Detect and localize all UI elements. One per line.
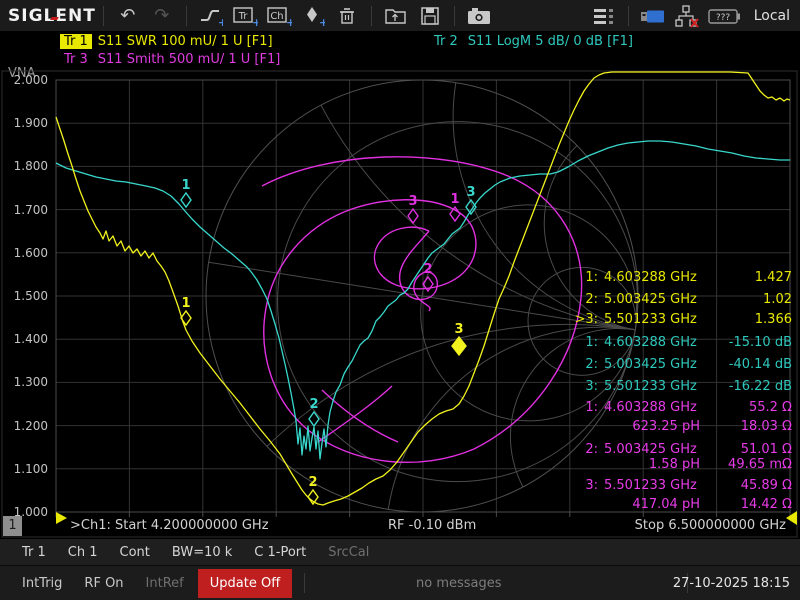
datetime-label: 27-10-2025 18:15	[673, 576, 790, 591]
vna-screen: SIGLENT ↶ ↷ + Tr + Ch + +	[0, 0, 800, 600]
marker-value: -15.10 dB	[729, 333, 792, 353]
marker-number: 3:	[560, 476, 598, 496]
y-axis-label: 1.300	[2, 374, 48, 390]
marker-frequency: 5.003425 GHz	[604, 355, 697, 375]
marker-frequency: 5.501233 GHz	[604, 310, 697, 330]
status-intref[interactable]: IntRef	[146, 576, 184, 591]
marker-value-secondary: 417.04 pH	[632, 495, 700, 515]
statusbar-separator	[304, 573, 305, 593]
rf-power-label: RF -0.10 dBm	[388, 518, 476, 533]
marker-frequency: 5.003425 GHz	[604, 290, 697, 310]
sweep-start-label: >Ch1: Start 4.200000000 GHz	[70, 518, 269, 533]
marker-value: 49.65 mΩ	[728, 455, 792, 475]
marker-diamond-logm-1[interactable]	[181, 193, 191, 207]
readout-smith-subrow: 1.58 pH 49.65 mΩ	[560, 455, 792, 475]
marker-value: 18.03 Ω	[741, 417, 792, 437]
y-axis-label: 1.200	[2, 418, 48, 434]
marker-label: 1	[181, 296, 190, 311]
marker-value: 1.02	[763, 290, 792, 310]
marker-number: 1:	[560, 333, 598, 353]
status-c-1-port[interactable]: C 1-Port	[254, 545, 306, 560]
readout-smith-row: 1: 4.603288 GHz 55.2 Ω	[560, 398, 792, 418]
marker-number: 1:	[560, 268, 598, 288]
status-inttrig[interactable]: IntTrig	[22, 576, 62, 591]
marker-label: 1	[450, 192, 459, 207]
marker-value: -16.22 dB	[729, 377, 792, 397]
marker-value: 55.2 Ω	[749, 398, 792, 418]
sweep-stop-label: Stop 6.500000000 GHz	[635, 518, 786, 533]
status-ch-1[interactable]: Ch 1	[68, 545, 98, 560]
marker-diamond-smith-3[interactable]	[408, 209, 418, 223]
marker-value: 14.42 Ω	[741, 495, 792, 515]
system-status-bar: IntTrigRF OnIntRefUpdate Offno messages …	[0, 566, 800, 600]
status-bw-10-k[interactable]: BW=10 k	[172, 545, 232, 560]
readout-logm-row: 2: 5.003425 GHz -40.14 dB	[560, 355, 792, 375]
y-axis-label: 1.700	[2, 202, 48, 218]
marker-frequency: 5.501233 GHz	[604, 476, 697, 496]
marker-label: 3	[408, 194, 417, 209]
marker-value: 1.427	[755, 268, 792, 288]
message-area: no messages	[416, 576, 502, 591]
marker-frequency: 4.603288 GHz	[604, 333, 697, 353]
y-axis-label: 2.000	[2, 72, 48, 88]
marker-value: -40.14 dB	[729, 355, 792, 375]
marker-value: 45.89 Ω	[741, 476, 792, 496]
y-axis-label: 1.400	[2, 331, 48, 347]
y-axis-label: 1.800	[2, 158, 48, 174]
marker-label: 3	[466, 185, 475, 200]
marker-number: 2:	[560, 355, 598, 375]
y-axis-label: 1.100	[2, 461, 48, 477]
readout-swr-row: 1: 4.603288 GHz 1.427	[560, 268, 792, 288]
marker-value: 1.366	[755, 310, 792, 330]
marker-number: 1:	[560, 398, 598, 418]
channel-status-bar: Tr 1 Ch 1 Cont BW=10 k C 1-Port SrcCal	[0, 539, 800, 566]
marker-number: 2:	[560, 290, 598, 310]
y-axis-label: 1.500	[2, 288, 48, 304]
marker-number: 3:	[560, 377, 598, 397]
marker-label: 3	[454, 322, 463, 337]
readout-logm-row: 1: 4.603288 GHz -15.10 dB	[560, 333, 792, 353]
status-rf-on[interactable]: RF On	[84, 576, 123, 591]
ref-triangle-left	[56, 512, 67, 524]
marker-label: 2	[308, 475, 317, 490]
y-axis-label: 1.900	[2, 115, 48, 131]
marker-diamond-swr-1[interactable]	[181, 311, 191, 325]
marker-label: 2	[423, 262, 432, 277]
marker-frequency: 4.603288 GHz	[604, 268, 697, 288]
marker-label: 1	[181, 178, 190, 193]
readout-smith-row: 3: 5.501233 GHz 45.89 Ω	[560, 476, 792, 496]
channel-tab[interactable]: 1	[3, 516, 22, 536]
marker-frequency: 4.603288 GHz	[604, 398, 697, 418]
readout-smith-subrow: 417.04 pH 14.42 Ω	[560, 495, 792, 515]
marker-value-secondary: 623.25 pH	[632, 417, 700, 437]
status-srccal[interactable]: SrcCal	[328, 545, 369, 560]
status-cont[interactable]: Cont	[120, 545, 150, 560]
y-axis-label: 1.600	[2, 245, 48, 261]
readout-swr-row: 2: 5.003425 GHz 1.02	[560, 290, 792, 310]
status-update-off[interactable]: Update Off	[198, 569, 292, 598]
readout-logm-row: 3: 5.501233 GHz -16.22 dB	[560, 377, 792, 397]
readout-swr-row: >3: 5.501233 GHz 1.366	[560, 310, 792, 330]
status-tr-1[interactable]: Tr 1	[22, 545, 46, 560]
marker-number: >3:	[560, 310, 598, 330]
marker-frequency: 5.501233 GHz	[604, 377, 697, 397]
readout-smith-subrow: 623.25 pH 18.03 Ω	[560, 417, 792, 437]
marker-label: 2	[309, 397, 318, 412]
marker-value-secondary: 1.58 pH	[649, 455, 700, 475]
